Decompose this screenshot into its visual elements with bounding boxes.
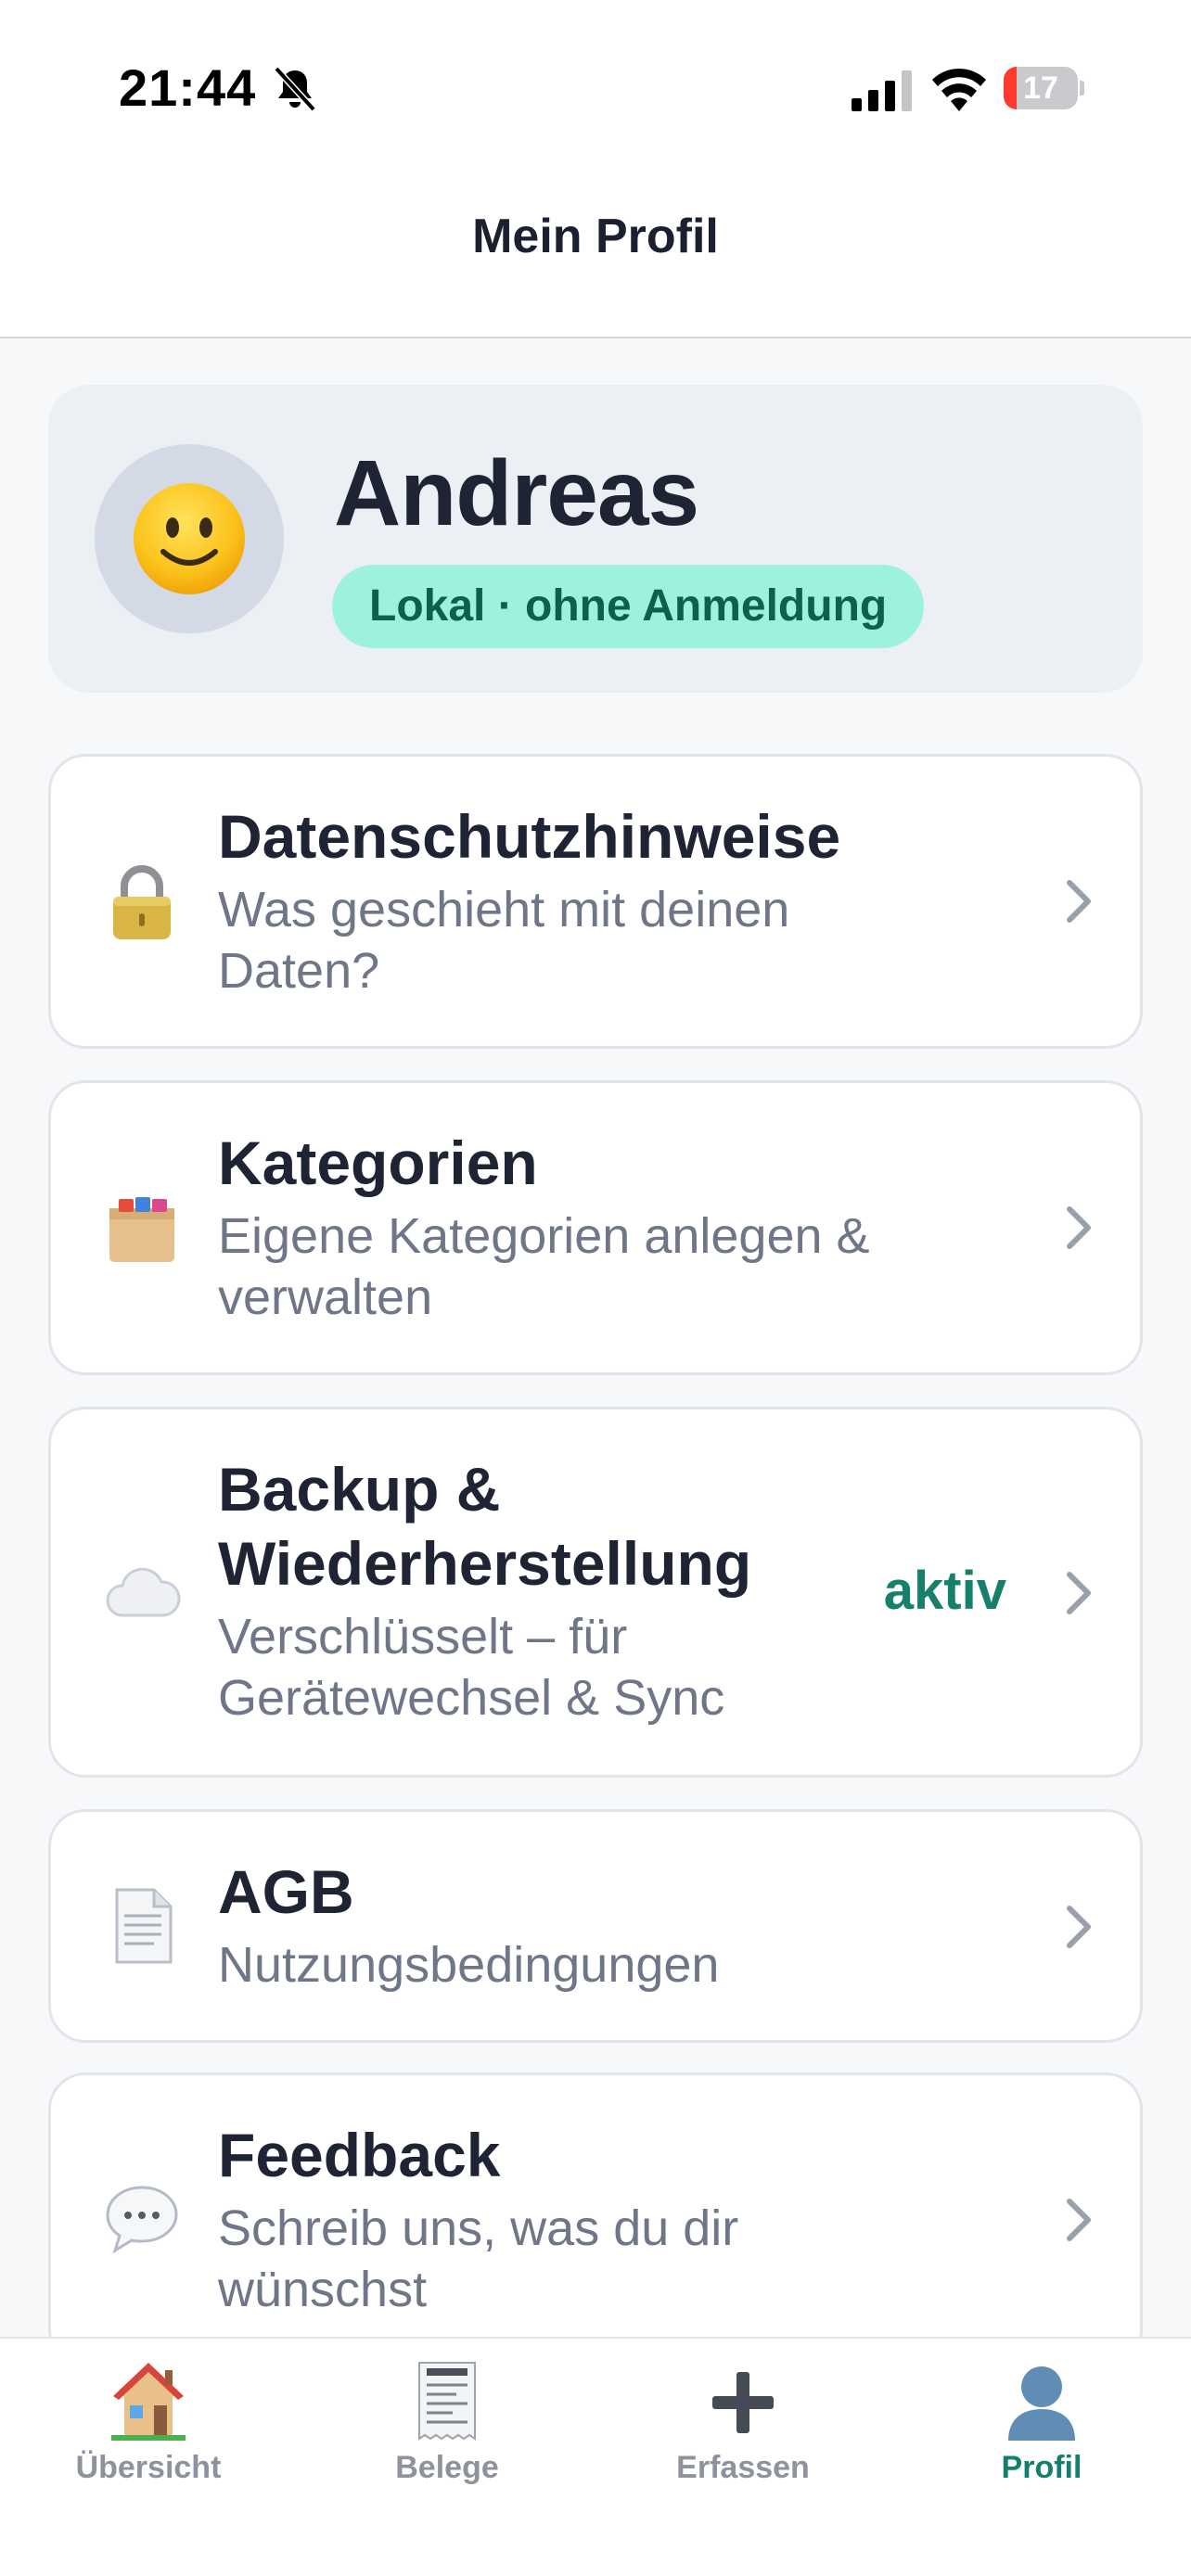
- chevron-right-icon: [1067, 1572, 1091, 1614]
- wifi-icon: [932, 68, 986, 111]
- tab-label: Belege: [395, 2450, 499, 2485]
- cloud-icon: [106, 1567, 181, 1617]
- house-icon: [111, 2363, 186, 2441]
- receipt-icon: [418, 2362, 476, 2441]
- tab-belege[interactable]: Belege: [336, 2361, 558, 2500]
- menu-item-text: Backup & Wiederherstellung Verschlüsselt…: [218, 1452, 886, 1728]
- menu-item-title: Kategorien: [218, 1129, 538, 1197]
- menu-item-feedback[interactable]: Feedback Schreib uns, was du dir wünschs…: [48, 2072, 1143, 2337]
- menu-item-text: AGB Nutzungsbedingungen: [218, 1855, 923, 1996]
- menu-item-backup[interactable]: Backup & Wiederherstellung Verschlüsselt…: [48, 1407, 1143, 1778]
- page-title: Mein Profil: [472, 210, 719, 263]
- menu-item-text: Feedback Schreib uns, was du dir wünschs…: [218, 2118, 923, 2320]
- avatar[interactable]: [95, 444, 284, 633]
- smiling-face-icon: [134, 483, 245, 594]
- menu-item-datenschutz[interactable]: Datenschutzhinweise Was geschieht mit de…: [48, 754, 1143, 1049]
- document-icon: [115, 1888, 173, 1964]
- menu-item-title: Backup & Wiederherstellung: [218, 1455, 752, 1598]
- menu-item-subtitle: Verschlüsselt – für Gerätewechsel & Sync: [218, 1609, 725, 1726]
- chevron-right-icon: [1067, 880, 1091, 923]
- menu-item-agb[interactable]: AGB Nutzungsbedingungen: [48, 1809, 1143, 2043]
- tab-label: Profil: [1001, 2450, 1082, 2485]
- backup-status-label: aktiv: [883, 1561, 1006, 1621]
- tab-bar: Übersicht Belege Erfassen Profil: [0, 2337, 1191, 2576]
- account-status-badge: Lokal · ohne Anmeldung: [332, 565, 925, 648]
- battery-nub: [1080, 81, 1084, 96]
- card-file-box-icon: [109, 1197, 174, 1262]
- menu-item-title: Feedback: [218, 2121, 501, 2189]
- person-silhouette-icon: [1008, 2366, 1075, 2441]
- speech-bubble-icon: [106, 2186, 178, 2254]
- battery-percent: 17: [1023, 70, 1058, 106]
- tab-label: Erfassen: [676, 2450, 810, 2485]
- status-bar: 21:44 17: [0, 0, 1191, 176]
- chevron-right-icon: [1067, 1206, 1091, 1249]
- menu-item-text: Kategorien Eigene Kategorien anlegen & v…: [218, 1126, 923, 1328]
- cellular-signal-icon: [852, 70, 912, 111]
- status-time: 21:44: [119, 58, 257, 117]
- lock-icon: [113, 865, 171, 939]
- menu-item-title: Datenschutzhinweise: [218, 802, 841, 871]
- tab-profil[interactable]: Profil: [930, 2361, 1153, 2500]
- bell-slash-icon: [274, 66, 316, 112]
- menu-item-text: Datenschutzhinweise Was geschieht mit de…: [218, 799, 923, 1001]
- menu-item-subtitle: Schreib uns, was du dir wünschst: [218, 2200, 739, 2317]
- profile-name: Andreas: [334, 441, 699, 545]
- plus-icon: [712, 2372, 774, 2433]
- menu-item-subtitle: Nutzungsbedingungen: [218, 1937, 720, 1993]
- tab-erfassen[interactable]: Erfassen: [632, 2361, 854, 2500]
- profile-content[interactable]: Andreas Lokal · ohne Anmeldung Datenschu…: [0, 338, 1191, 2337]
- menu-item-title: AGB: [218, 1857, 354, 1926]
- battery-icon: 17: [1004, 67, 1084, 109]
- profile-card: Andreas Lokal · ohne Anmeldung: [48, 385, 1143, 693]
- screen: 21:44 17 Mein Profil Andreas Lokal · ohn…: [0, 0, 1191, 2576]
- menu-item-subtitle: Eigene Kategorien anlegen & verwalten: [218, 1208, 870, 1325]
- menu-item-kategorien[interactable]: Kategorien Eigene Kategorien anlegen & v…: [48, 1080, 1143, 1375]
- chevron-right-icon: [1067, 2199, 1091, 2241]
- tab-label: Übersicht: [75, 2450, 222, 2485]
- battery-shell: 17: [1004, 67, 1078, 109]
- chevron-right-icon: [1067, 1906, 1091, 1948]
- menu-item-subtitle: Was geschieht mit deinen Daten?: [218, 882, 790, 999]
- tab-uebersicht[interactable]: Übersicht: [37, 2361, 260, 2500]
